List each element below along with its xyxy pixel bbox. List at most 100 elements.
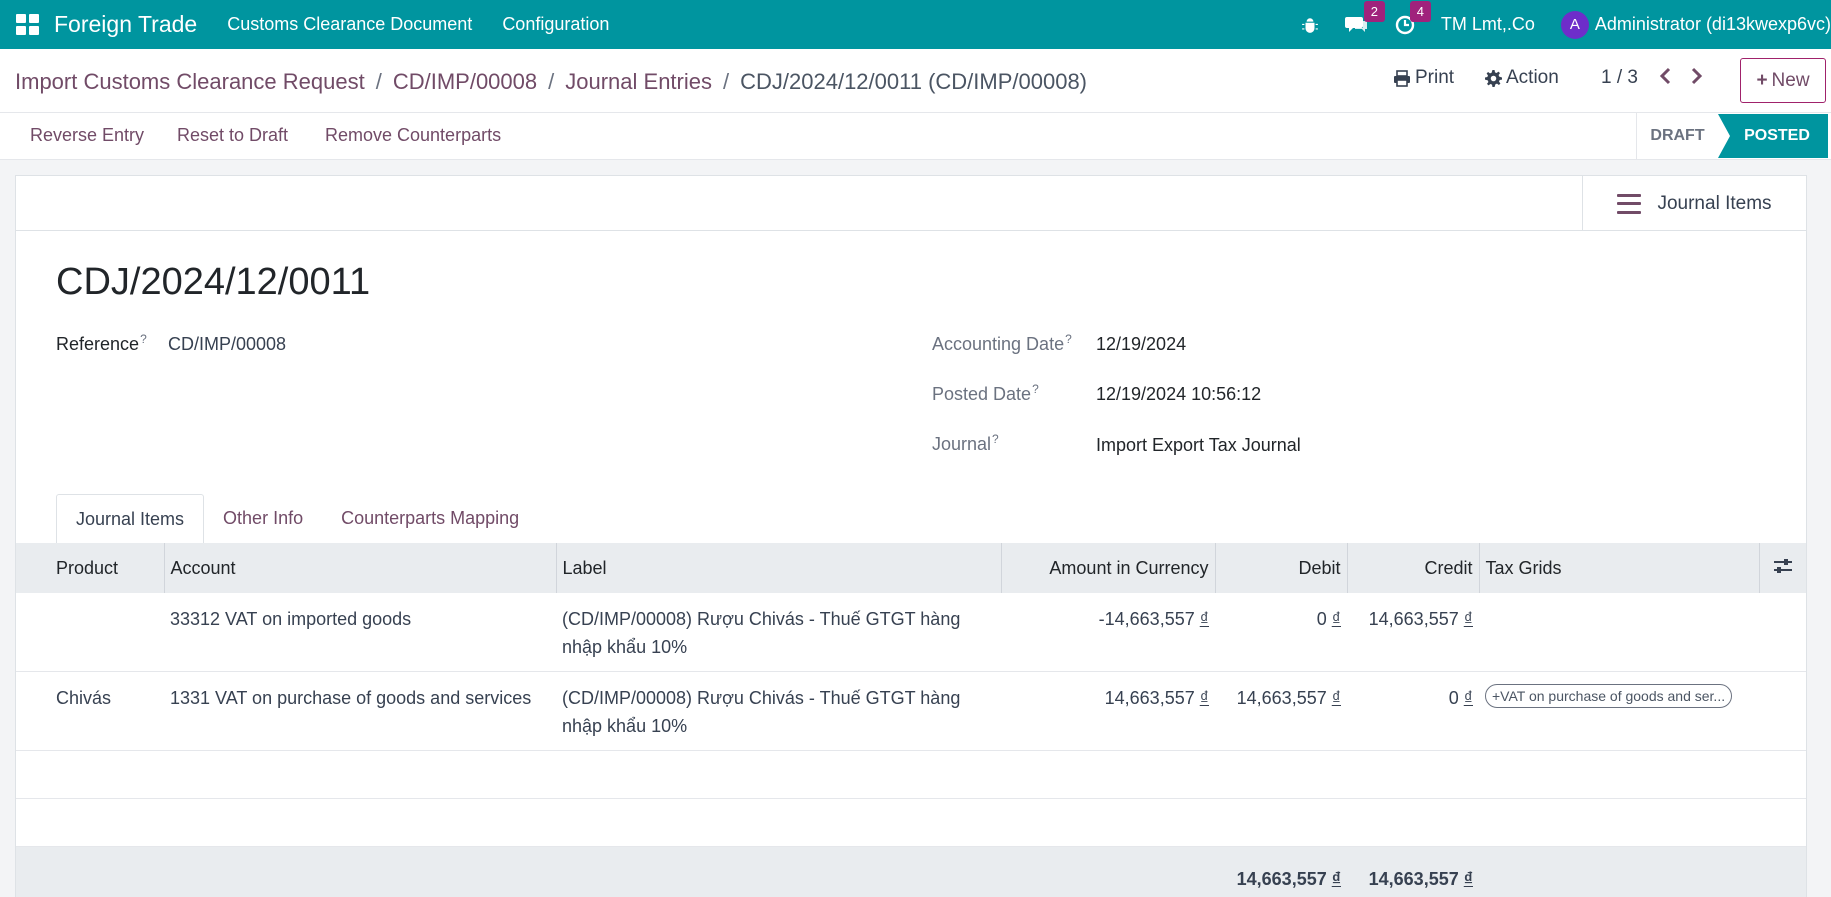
notebook-tabs: Journal Items Other Info Counterparts Ma… [56, 494, 538, 544]
breadcrumb: Import Customs Clearance Request / CD/IM… [15, 69, 1087, 95]
reset-to-draft-button[interactable]: Reset to Draft [177, 125, 288, 146]
cell-label[interactable]: (CD/IMP/00008) Rượu Chivás - Thuế GTGT h… [556, 593, 1001, 672]
menu-configuration[interactable]: Configuration [502, 14, 609, 35]
new-label: New [1771, 69, 1810, 91]
action-button[interactable]: Action [1485, 67, 1559, 89]
messages-icon[interactable]: 2 [1344, 0, 1385, 35]
accounting-date-value[interactable]: 12/19/2024 [1096, 334, 1186, 355]
messages-badge: 2 [1363, 0, 1385, 22]
tab-counterparts-mapping[interactable]: Counterparts Mapping [322, 494, 538, 544]
journal-value[interactable]: Import Export Tax Journal [1096, 435, 1301, 456]
plus-icon: + [1756, 69, 1768, 91]
column-header-product[interactable]: Product [16, 543, 164, 593]
journal-label: Journal? [932, 432, 999, 454]
help-icon[interactable]: ? [140, 332, 147, 346]
activities-icon[interactable]: 4 [1395, 0, 1431, 35]
cell-account[interactable]: 33312 VAT on imported goods [164, 593, 556, 672]
journal-items-table: Product Account Label Amount in Currency… [16, 543, 1806, 897]
currency-symbol: ₫ [1463, 688, 1473, 708]
print-button[interactable]: Print [1393, 67, 1454, 89]
breadcrumb-separator: / [723, 69, 730, 94]
cell-credit[interactable]: 14,663,557 ₫ [1347, 593, 1479, 672]
cell-label[interactable]: (CD/IMP/00008) Rượu Chivás - Thuế GTGT h… [556, 671, 1001, 751]
sliders-icon [1773, 558, 1792, 573]
new-button[interactable]: + New [1740, 58, 1826, 103]
help-icon[interactable]: ? [1032, 382, 1039, 396]
cell-debit[interactable]: 0 ₫ [1215, 593, 1347, 672]
currency-symbol: ₫ [1331, 609, 1341, 629]
reference-label: Reference? [56, 332, 147, 354]
cell-credit[interactable]: 0 ₫ [1347, 671, 1479, 751]
help-icon[interactable]: ? [1065, 332, 1072, 346]
cell-product[interactable] [16, 593, 164, 672]
user-name: Administrator (di13kwexp6vc) [1594, 14, 1831, 34]
cell-tax-grids[interactable]: +VAT on purchase of goods and ser... [1479, 671, 1759, 751]
cell-account[interactable]: 1331 VAT on purchase of goods and servic… [164, 671, 556, 751]
cell-amount-currency[interactable]: -14,663,557 ₫ [1001, 593, 1215, 672]
column-header-label[interactable]: Label [555, 543, 1001, 593]
tab-other-info[interactable]: Other Info [204, 494, 322, 544]
company-switcher[interactable]: TM Lmt,.Co [1441, 14, 1535, 35]
cell-tax-grids[interactable] [1479, 593, 1759, 672]
user-menu[interactable]: A Administrator (di13kwexp6vc) [1560, 10, 1831, 39]
column-header-credit[interactable]: Credit [1346, 543, 1479, 593]
stage-draft[interactable]: DRAFT [1636, 113, 1718, 159]
help-icon[interactable]: ? [992, 432, 999, 446]
posted-date-value[interactable]: 12/19/2024 10:56:12 [1096, 384, 1261, 405]
journal-items-smart-button[interactable]: Journal Items [1582, 176, 1806, 231]
table-header-row: Product Account Label Amount in Currency… [16, 543, 1806, 593]
reverse-entry-button[interactable]: Reverse Entry [30, 125, 144, 146]
pager-previous-icon[interactable] [1659, 67, 1671, 91]
list-icon [1617, 193, 1642, 214]
page-title: CDJ/2024/12/0011 [56, 261, 371, 303]
currency-symbol: ₫ [1463, 609, 1473, 629]
breadcrumb-cd-imp[interactable]: CD/IMP/00008 [393, 69, 537, 95]
action-label: Action [1506, 67, 1559, 88]
debug-icon[interactable] [1301, 16, 1319, 34]
printer-icon [1394, 69, 1410, 87]
breadcrumb-separator: / [548, 69, 555, 94]
cell-product[interactable]: Chivás [16, 671, 164, 751]
currency-symbol: ₫ [1331, 868, 1341, 889]
column-header-debit[interactable]: Debit [1214, 543, 1347, 593]
optional-columns-toggle[interactable] [1758, 543, 1806, 593]
posted-date-label: Posted Date? [932, 382, 1039, 404]
total-credit: 14,663,557 ₫ [1347, 846, 1479, 897]
cell-amount-currency[interactable]: 14,663,557 ₫ [1001, 671, 1215, 751]
currency-symbol: ₫ [1199, 609, 1209, 629]
breadcrumb-separator: / [375, 69, 382, 94]
stage-posted: POSTED [1718, 114, 1828, 158]
remove-counterparts-button[interactable]: Remove Counterparts [325, 125, 501, 146]
currency-symbol: ₫ [1199, 688, 1209, 708]
avatar: A [1560, 10, 1589, 39]
apps-menu-icon[interactable] [14, 12, 40, 38]
totals-row: 14,663,557 ₫ 14,663,557 ₫ [16, 846, 1806, 897]
currency-symbol: ₫ [1463, 868, 1473, 889]
menu-customs-clearance-document[interactable]: Customs Clearance Document [227, 14, 472, 35]
breadcrumb-import-customs-clearance[interactable]: Import Customs Clearance Request [15, 69, 365, 95]
control-panel: Import Customs Clearance Request / CD/IM… [0, 49, 1831, 113]
journal-items-smart-label: Journal Items [1657, 192, 1772, 214]
tab-journal-items[interactable]: Journal Items [56, 494, 205, 544]
breadcrumb-journal-entries[interactable]: Journal Entries [565, 69, 712, 95]
table-row[interactable]: Chivás 1331 VAT on purchase of goods and… [16, 671, 1806, 751]
form-sheet: Journal Items CDJ/2024/12/0011 Reference… [15, 175, 1807, 897]
gear-icon [1485, 69, 1502, 87]
empty-row [16, 750, 1806, 799]
column-header-amount-currency[interactable]: Amount in Currency [1000, 543, 1215, 593]
top-navbar: Foreign Trade Customs Clearance Document… [0, 0, 1831, 49]
column-header-tax-grids[interactable]: Tax Grids [1478, 543, 1759, 593]
accounting-date-label: Accounting Date? [932, 332, 1072, 354]
app-name[interactable]: Foreign Trade [54, 11, 197, 38]
print-label: Print [1415, 67, 1455, 88]
table-row[interactable]: 33312 VAT on imported goods (CD/IMP/0000… [16, 593, 1806, 672]
pager-next-icon[interactable] [1691, 67, 1703, 91]
tax-grid-tag[interactable]: +VAT on purchase of goods and ser... [1485, 684, 1733, 708]
cell-debit[interactable]: 14,663,557 ₫ [1215, 671, 1347, 751]
pager-value[interactable]: 1 / 3 [1601, 67, 1638, 89]
column-header-account[interactable]: Account [163, 543, 556, 593]
breadcrumb-current: CDJ/2024/12/0011 (CD/IMP/00008) [740, 69, 1088, 94]
currency-symbol: ₫ [1331, 688, 1341, 708]
reference-value[interactable]: CD/IMP/00008 [168, 334, 286, 355]
cell-spacer [1759, 593, 1806, 672]
